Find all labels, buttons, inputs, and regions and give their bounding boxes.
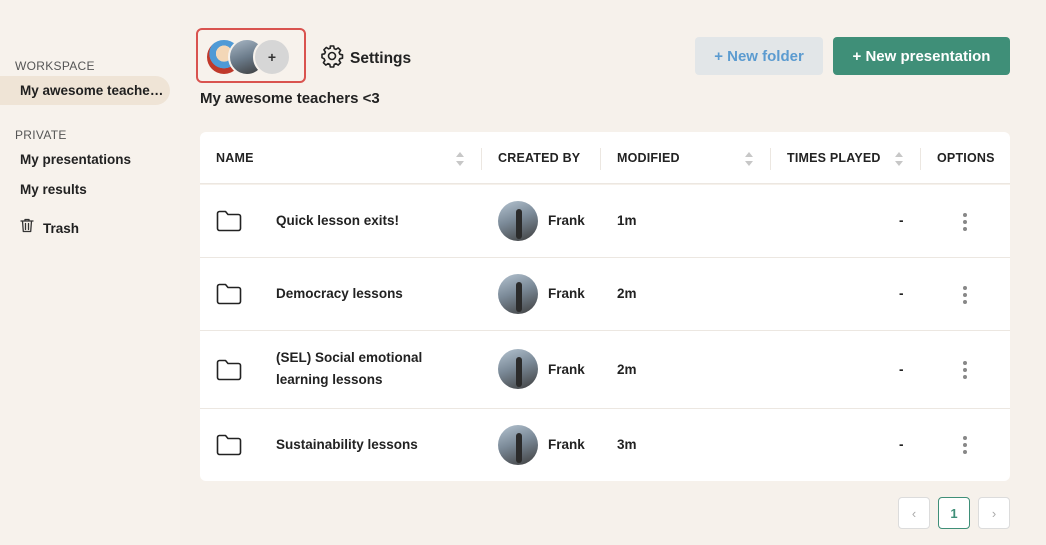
row-name[interactable]: Democracy lessons [276,283,466,305]
column-header-modified[interactable]: MODIFIED [617,151,680,165]
column-header-created-by: CREATED BY [498,151,581,165]
row-creator: Frank [548,286,585,301]
sort-times-played-icon[interactable] [895,152,903,166]
table-row[interactable]: Democracy lessons Frank 2m - [200,258,1010,331]
settings-label: Settings [350,49,412,67]
row-options-icon[interactable] [959,286,971,304]
row-creator: Frank [548,437,585,452]
active-workspace-label: My awesome teachers <3 [20,83,165,98]
row-name[interactable]: Sustainability lessons [276,434,466,456]
workspace-members[interactable]: + [196,28,306,83]
row-modified: 1m [617,213,637,228]
gear-icon [320,44,344,73]
row-times-played: - [899,286,904,301]
table-row[interactable]: (SEL) Social emotional learning lessons … [200,331,1010,409]
sidebar-item-trash[interactable]: Trash [20,218,79,238]
sidebar-item-active-workspace[interactable]: My awesome teachers <3 [0,76,170,105]
folder-icon [216,283,242,310]
row-times-played: - [899,437,904,452]
sort-name-icon[interactable] [456,152,464,166]
private-section-label: PRIVATE [15,128,67,142]
folder-icon [216,359,242,386]
column-divider [481,148,482,170]
trash-label: Trash [43,220,80,236]
avatar [498,425,538,465]
table-row[interactable]: Sustainability lessons Frank 3m - [200,409,1010,481]
sort-modified-icon[interactable] [745,152,753,166]
row-options-icon[interactable] [959,436,971,454]
row-options-icon[interactable] [959,213,971,231]
column-divider [600,148,601,170]
row-name[interactable]: Quick lesson exits! [276,210,466,232]
pagination-prev-button[interactable]: ‹ [898,497,930,529]
row-modified: 2m [617,362,637,377]
row-modified: 3m [617,437,637,452]
trash-icon [20,218,34,238]
column-header-times-played[interactable]: TIMES PLAYED [787,151,881,165]
column-header-name[interactable]: NAME [216,151,254,165]
settings-button[interactable]: Settings [320,44,411,73]
column-divider [920,148,921,170]
pagination-next-button[interactable]: › [978,497,1010,529]
sidebar-item-my-presentations[interactable]: My presentations [20,152,131,167]
table-row[interactable]: Quick lesson exits! Frank 1m - [200,185,1010,258]
folder-icon [216,434,242,461]
row-creator: Frank [548,362,585,377]
row-creator: Frank [548,213,585,228]
sidebar: WORKSPACE My awesome teachers <3 PRIVATE… [0,0,180,545]
row-name[interactable]: (SEL) Social emotional learning lessons [276,347,466,391]
row-modified: 2m [617,286,637,301]
avatar [498,201,538,241]
column-header-options: OPTIONS [937,151,995,165]
new-folder-button[interactable]: + New folder [695,37,823,75]
sidebar-item-my-results[interactable]: My results [20,182,87,197]
pagination-page-1[interactable]: 1 [938,497,970,529]
new-presentation-button[interactable]: + New presentation [833,37,1010,75]
workspace-section-label: WORKSPACE [15,59,95,73]
table-header: NAME CREATED BY MODIFIED TIMES PLAYED OP… [200,132,1010,184]
row-times-played: - [899,213,904,228]
column-divider [770,148,771,170]
avatar [498,274,538,314]
add-member-button[interactable]: + [253,38,291,76]
folder-icon [216,210,242,237]
avatar [498,349,538,389]
page-title: My awesome teachers <3 [200,90,380,107]
row-times-played: - [899,362,904,377]
row-options-icon[interactable] [959,361,971,379]
